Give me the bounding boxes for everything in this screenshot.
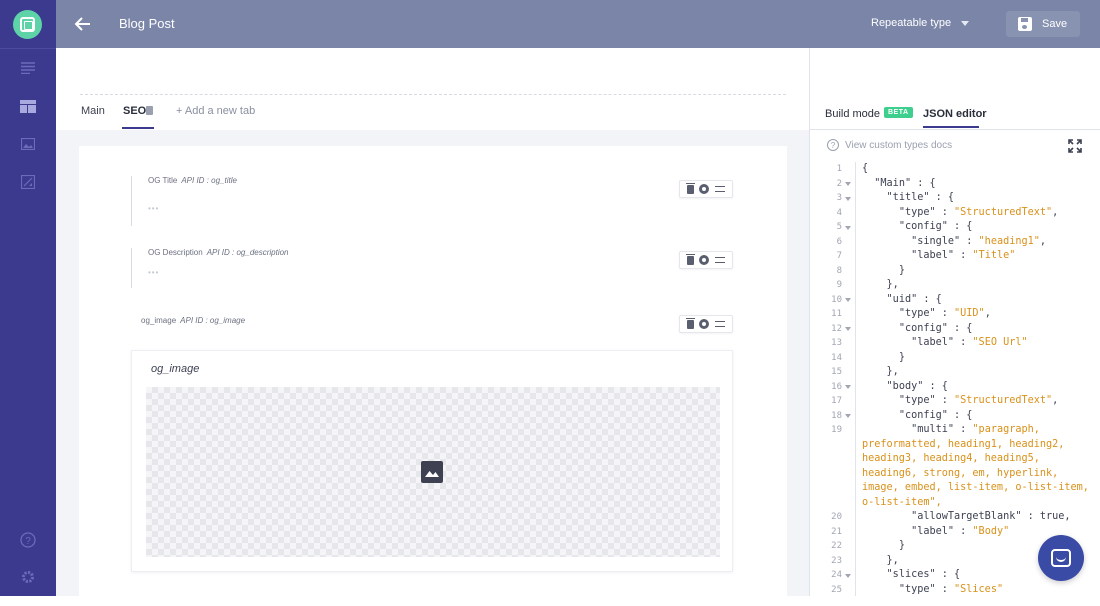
save-label: Save xyxy=(1042,18,1068,30)
field-api-id: API ID : og_description xyxy=(206,248,289,257)
prismic-logo[interactable] xyxy=(13,10,42,39)
field-actions xyxy=(679,251,733,269)
image-placeholder[interactable] xyxy=(146,387,720,557)
code-line-wrap: preformatted, heading1, heading2, headin… xyxy=(862,438,1089,508)
code-line: "type" : "Slices" xyxy=(898,583,1004,595)
drag-handle-icon[interactable] xyxy=(715,321,726,327)
code-line: "label" : "SEO Url" xyxy=(911,337,1028,348)
code-line: }, xyxy=(886,366,899,377)
settings-panel-icon[interactable] xyxy=(18,172,38,192)
code-line: "label" : "Title" xyxy=(911,250,1016,261)
save-button[interactable]: Save xyxy=(1006,11,1080,37)
chevron-down-icon[interactable] xyxy=(961,21,969,26)
topbar: Blog Post Repeatable type Save xyxy=(56,0,1100,48)
json-code-editor[interactable]: 1 2 3 4 5 6 7 8 9 10 11 12 13 14 15 16 1… xyxy=(810,162,1100,596)
code-line: "allowTargetBlank" : true, xyxy=(911,511,1071,522)
trash-icon[interactable] xyxy=(685,182,695,194)
delete-tab-icon[interactable] xyxy=(146,106,153,115)
code-line: "config" : { xyxy=(898,409,973,421)
docs-link[interactable]: ? View custom types docs xyxy=(827,139,952,151)
beta-badge: BETA xyxy=(884,107,913,118)
code-line: "uid" : { xyxy=(886,293,942,305)
gear-icon[interactable] xyxy=(699,255,710,265)
tab-build-mode[interactable]: Build mode xyxy=(825,108,880,120)
help-icon[interactable]: ? xyxy=(18,530,38,550)
tab-seo[interactable]: SEO xyxy=(123,105,146,117)
code-line: "config" : { xyxy=(898,322,973,334)
code-line: { xyxy=(862,163,869,174)
tab-json-editor[interactable]: JSON editor xyxy=(923,108,987,120)
help-icon: ? xyxy=(827,139,839,151)
image-field[interactable]: og_image xyxy=(131,350,733,572)
field-label: og_image xyxy=(141,316,177,325)
code-line: }, xyxy=(886,279,899,290)
floppy-icon xyxy=(1018,17,1032,31)
field-og-title[interactable]: OG Title API ID : og_title ••• xyxy=(131,176,237,226)
code-line: } xyxy=(898,264,905,276)
code-line: "multi" : "paragraph, xyxy=(911,424,1040,435)
docs-link-label: View custom types docs xyxy=(845,139,953,151)
documents-icon[interactable] xyxy=(18,58,38,78)
field-og-description[interactable]: OG Description API ID : og_description ••… xyxy=(131,248,289,288)
media-icon[interactable] xyxy=(18,134,38,154)
code-line: "title" : { xyxy=(886,192,955,203)
code-line: "type" : "StructuredText", xyxy=(898,395,1059,406)
image-field-title: og_image xyxy=(151,363,200,375)
field-label: OG Title xyxy=(148,176,178,185)
field-api-id: API ID : og_title xyxy=(181,176,237,185)
field-actions xyxy=(679,315,733,333)
code-line: "body" : { xyxy=(886,380,948,392)
line-gutter: 1 2 3 4 5 6 7 8 9 10 11 12 13 14 15 16 1… xyxy=(810,162,856,596)
gear-icon[interactable] xyxy=(699,319,710,329)
code-line: "type" : "UID", xyxy=(898,308,991,319)
chat-launcher-button[interactable] xyxy=(1038,535,1084,581)
tab-bar: Main SEO + Add a new tab xyxy=(56,105,810,131)
json-panel: Build mode BETA JSON editor ? View custo… xyxy=(809,48,1100,596)
back-arrow-icon[interactable] xyxy=(72,13,94,35)
code-line: }, xyxy=(886,554,899,566)
field-actions xyxy=(679,180,733,198)
svg-text:?: ? xyxy=(25,536,31,547)
drag-handle-icon[interactable] xyxy=(715,257,726,263)
sidebar: ? xyxy=(0,0,56,596)
page-title: Blog Post xyxy=(119,16,175,31)
trash-icon[interactable] xyxy=(685,317,695,329)
chat-icon xyxy=(1051,549,1071,567)
gear-icon[interactable] xyxy=(18,567,38,587)
main-editor: Main SEO + Add a new tab OG Title API ID … xyxy=(56,48,810,606)
add-tab-button[interactable]: + Add a new tab xyxy=(176,105,255,117)
code-line: "Main" : { xyxy=(874,177,936,189)
code-line: "label" : "Body" xyxy=(911,525,1010,537)
code-line: "single" : "heading1", xyxy=(911,235,1047,247)
code-line: "slices" : { xyxy=(886,569,961,580)
tab-main[interactable]: Main xyxy=(81,105,105,117)
field-label: OG Description xyxy=(148,248,203,257)
custom-types-icon[interactable] xyxy=(18,96,38,116)
fullscreen-icon[interactable] xyxy=(1068,139,1082,153)
code-line: "type" : "StructuredText", xyxy=(898,206,1059,218)
code-line: } xyxy=(898,540,905,551)
image-icon xyxy=(421,461,443,483)
code-line: } xyxy=(898,351,905,363)
type-select[interactable]: Repeatable type xyxy=(871,17,951,29)
gear-icon[interactable] xyxy=(699,184,710,194)
trash-icon[interactable] xyxy=(685,253,695,265)
drag-handle-icon[interactable] xyxy=(715,186,726,192)
code-line: "config" : { xyxy=(898,221,973,232)
field-api-id: API ID : og_image xyxy=(180,316,246,325)
